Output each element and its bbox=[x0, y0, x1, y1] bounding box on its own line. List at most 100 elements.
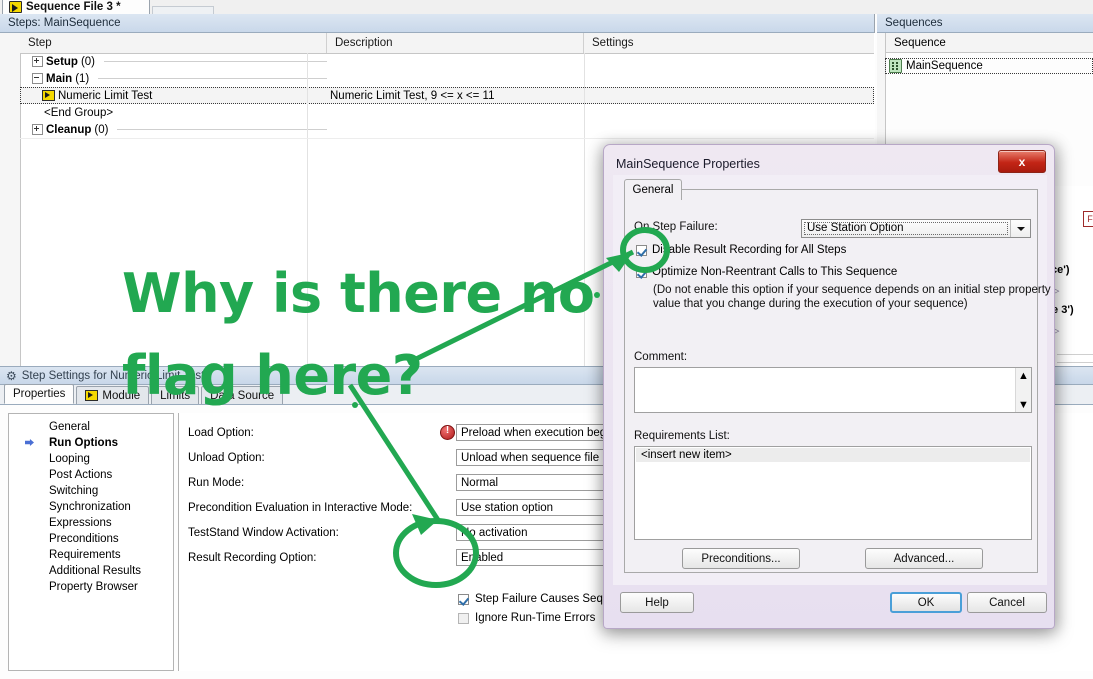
sequences-pane-title: Sequences bbox=[885, 17, 943, 29]
checkbox-disable-result-recording[interactable]: Disable Result Recording for All Steps bbox=[636, 244, 846, 256]
group-name: Main bbox=[46, 72, 73, 85]
group-count: (1) bbox=[75, 72, 90, 85]
category-synchronization[interactable]: Synchronization bbox=[9, 499, 173, 515]
optimize-note-line-2: value that you change during the executi… bbox=[653, 298, 968, 310]
checkbox-step-failure-causes-sequence[interactable]: Step Failure Causes Sequen bbox=[458, 593, 622, 605]
advanced-button[interactable]: Advanced... bbox=[865, 548, 983, 569]
flag-badge-icon: F bbox=[1083, 211, 1093, 227]
category-expressions[interactable]: Expressions bbox=[9, 515, 173, 531]
label-precondition-evaluation: Precondition Evaluation in Interactive M… bbox=[188, 502, 413, 514]
category-looping[interactable]: Looping bbox=[9, 451, 173, 467]
sequence-icon bbox=[889, 59, 902, 73]
settings-category-list: General Run Options Looping Post Actions… bbox=[8, 413, 174, 671]
group-rule bbox=[117, 129, 327, 130]
category-general[interactable]: General bbox=[9, 419, 173, 435]
scroll-up-icon[interactable]: ▲ bbox=[1016, 368, 1031, 383]
table-row[interactable]: Cleanup (0) bbox=[20, 121, 874, 138]
tab-label: Sequence File 3 * bbox=[26, 1, 121, 13]
steps-column-header: Step Description Settings bbox=[20, 33, 874, 54]
table-row[interactable]: Setup (0) bbox=[20, 53, 874, 70]
optimize-note-line-1: (Do not enable this option if your seque… bbox=[653, 284, 1051, 296]
expander-plus-icon[interactable] bbox=[32, 56, 43, 67]
tab-sequence-file-3[interactable]: Sequence File 3 * bbox=[2, 0, 150, 14]
category-preconditions[interactable]: Preconditions bbox=[9, 531, 173, 547]
list-item-insert-new[interactable]: <insert new item> bbox=[636, 448, 1030, 462]
label-comment: Comment: bbox=[634, 351, 688, 363]
checkbox-ignore-runtime-errors[interactable]: Ignore Run-Time Errors bbox=[458, 612, 595, 624]
category-property-browser[interactable]: Property Browser bbox=[9, 579, 173, 595]
vi-step-icon bbox=[42, 90, 55, 101]
cancel-button[interactable]: Cancel bbox=[967, 592, 1047, 613]
expander-plus-icon[interactable] bbox=[32, 124, 43, 135]
requirements-list[interactable]: <insert new item> bbox=[634, 446, 1032, 540]
label-run-mode: Run Mode: bbox=[188, 477, 245, 489]
category-additional-results[interactable]: Additional Results bbox=[9, 563, 173, 579]
help-button[interactable]: Help bbox=[620, 592, 694, 613]
vi-file-icon bbox=[9, 1, 22, 13]
group-name: Cleanup bbox=[46, 123, 92, 136]
grid-row-divider bbox=[20, 138, 874, 139]
annotation-text-line-2: flag here? bbox=[122, 344, 423, 407]
column-header-description[interactable]: Description bbox=[327, 33, 584, 53]
on-step-failure-dropdown[interactable]: Use Station Option bbox=[801, 219, 1031, 238]
step-cell: <End Group> bbox=[20, 107, 327, 119]
checkbox-label: Ignore Run-Time Errors bbox=[475, 612, 596, 624]
group-rule bbox=[98, 78, 327, 79]
tab-properties[interactable]: Properties bbox=[4, 384, 75, 404]
sequences-column-header[interactable]: Sequence bbox=[885, 33, 1093, 53]
expander-minus-icon[interactable] bbox=[32, 73, 43, 84]
warning-icon bbox=[440, 425, 455, 440]
label-unload-option: Unload Option: bbox=[188, 452, 265, 464]
annotation-text-line-1: Why is there no bbox=[122, 262, 595, 325]
checkbox-box[interactable] bbox=[636, 266, 647, 278]
dropdown-value: Use Station Option bbox=[803, 221, 1009, 236]
group-rule bbox=[104, 61, 327, 62]
label-teststand-window-activation: TestStand Window Activation: bbox=[188, 527, 339, 539]
checkbox-box[interactable] bbox=[458, 593, 469, 605]
category-run-options[interactable]: Run Options bbox=[9, 435, 173, 451]
scroll-down-icon[interactable]: ▼ bbox=[1016, 397, 1031, 412]
steps-row-list: Setup (0) Main (1) Numeric Limit Test Nu… bbox=[20, 53, 874, 138]
tab-label: Properties bbox=[13, 388, 66, 400]
checkbox-box[interactable] bbox=[636, 244, 647, 256]
category-post-actions[interactable]: Post Actions bbox=[9, 467, 173, 483]
tab-general[interactable]: General bbox=[624, 179, 682, 200]
column-header-settings[interactable]: Settings bbox=[584, 33, 874, 53]
close-icon[interactable]: x bbox=[998, 150, 1046, 173]
sequences-pane-header: Sequences bbox=[877, 14, 1093, 33]
steps-pane-header: Steps: MainSequence bbox=[0, 14, 874, 33]
sequence-name: MainSequence bbox=[906, 60, 983, 72]
ok-button[interactable]: OK bbox=[890, 592, 962, 613]
group-count: (0) bbox=[94, 123, 109, 136]
checkbox-box[interactable] bbox=[458, 612, 469, 624]
table-row-selected[interactable]: Numeric Limit Test Numeric Limit Test, 9… bbox=[20, 87, 874, 104]
list-item[interactable]: MainSequence bbox=[885, 58, 1093, 74]
table-row[interactable]: <End Group> bbox=[20, 104, 874, 121]
step-cell: Numeric Limit Test bbox=[20, 90, 327, 102]
steps-row-gutter bbox=[0, 33, 21, 366]
category-switching[interactable]: Switching bbox=[9, 483, 173, 499]
steps-pane-title: Steps: MainSequence bbox=[8, 17, 121, 29]
step-cell: Setup (0) bbox=[20, 56, 327, 68]
label-on-step-failure: On Step Failure: bbox=[634, 221, 718, 233]
category-requirements[interactable]: Requirements bbox=[9, 547, 173, 563]
dialog-title: MainSequence Properties bbox=[616, 157, 760, 171]
step-name: Numeric Limit Test bbox=[58, 89, 153, 102]
preconditions-button[interactable]: Preconditions... bbox=[682, 548, 800, 569]
wrench-icon: ⚙ bbox=[6, 368, 17, 383]
group-name: Setup bbox=[46, 55, 78, 68]
table-row[interactable]: Main (1) bbox=[20, 70, 874, 87]
end-group-marker: <End Group> bbox=[44, 106, 114, 119]
label-result-recording-option: Result Recording Option: bbox=[188, 552, 317, 564]
label-load-option: Load Option: bbox=[188, 427, 254, 439]
comment-textarea[interactable]: ▲ ▼ bbox=[634, 367, 1032, 413]
checkbox-optimize-non-reentrant[interactable]: Optimize Non-Reentrant Calls to This Seq… bbox=[636, 266, 897, 278]
step-cell: Cleanup (0) bbox=[20, 124, 327, 136]
chevron-down-icon[interactable] bbox=[1010, 220, 1030, 237]
column-header-step[interactable]: Step bbox=[20, 33, 327, 53]
group-count: (0) bbox=[80, 55, 96, 68]
comment-scrollbar[interactable]: ▲ ▼ bbox=[1015, 368, 1031, 412]
document-tab-strip bbox=[0, 0, 1093, 15]
label-requirements-list: Requirements List: bbox=[634, 430, 730, 442]
description-cell: Numeric Limit Test, 9 <= x <= 11 bbox=[330, 89, 495, 102]
